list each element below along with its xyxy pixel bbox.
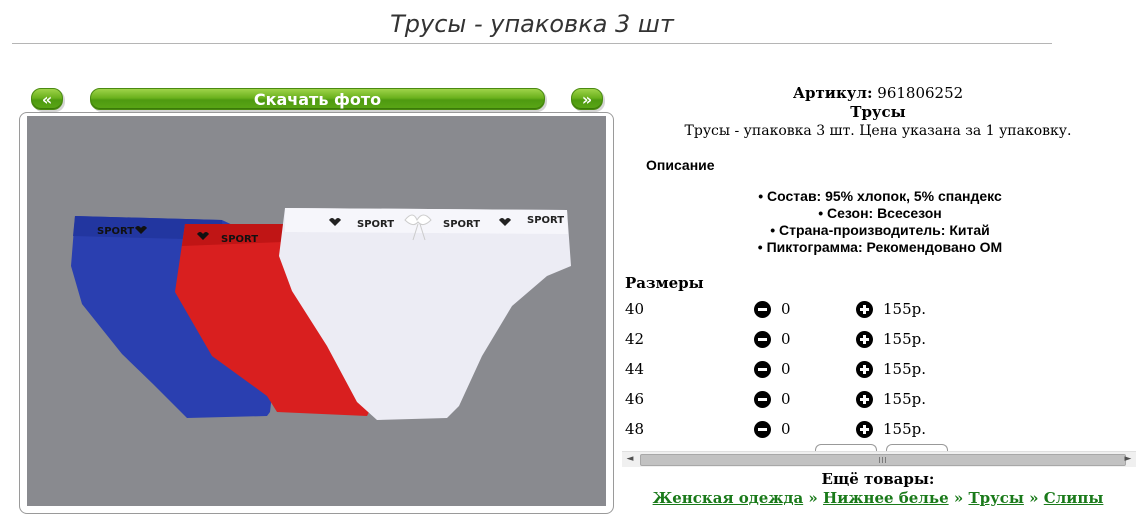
horizontal-scrollbar[interactable]: ◄ ► xyxy=(622,451,1136,467)
sku-value: 961806252 xyxy=(877,84,964,102)
grip-icon xyxy=(879,457,887,463)
description-item: • Сезон: Всесезон xyxy=(818,205,942,221)
breadcrumb-separator: » xyxy=(1029,489,1039,507)
quantity-value: 0 xyxy=(781,360,791,378)
scroll-left-icon[interactable]: ◄ xyxy=(622,452,638,467)
increase-quantity-icon[interactable] xyxy=(856,421,873,438)
increase-quantity-icon[interactable] xyxy=(856,301,873,318)
size-price: 155р. xyxy=(883,330,927,348)
description-item: • Страна-производитель: Китай xyxy=(770,222,990,238)
size-price: 155р. xyxy=(883,420,927,438)
scrollbar-thumb[interactable] xyxy=(640,454,1126,466)
decrease-quantity-icon[interactable] xyxy=(754,331,771,348)
breadcrumb: Женская одежда » Нижнее белье » Трусы » … xyxy=(620,489,1136,507)
size-row: 48 0 155р. xyxy=(625,420,927,440)
size-price: 155р. xyxy=(883,360,927,378)
size-label: 40 xyxy=(625,300,645,318)
product-sku: Артикул: 961806252 xyxy=(620,84,1136,103)
quantity-value: 0 xyxy=(781,390,791,408)
breadcrumb-separator: » xyxy=(808,489,818,507)
sku-label: Артикул: xyxy=(792,84,873,102)
size-label: 42 xyxy=(625,330,645,348)
increase-quantity-icon[interactable] xyxy=(856,391,873,408)
breadcrumb-link[interactable]: Трусы xyxy=(968,489,1023,507)
description-item: • Пиктограмма: Рекомендовано ОМ xyxy=(757,239,1003,255)
white-band-text-3: SPORT xyxy=(527,215,564,226)
next-photo-button[interactable]: » xyxy=(571,88,603,110)
breadcrumb-link[interactable]: Нижнее белье xyxy=(823,489,949,507)
breadcrumb-link[interactable]: Женская одежда xyxy=(653,489,804,507)
description-heading: Описание xyxy=(646,157,715,173)
quantity-value: 0 xyxy=(781,330,791,348)
increase-quantity-icon[interactable] xyxy=(856,331,873,348)
red-band-text: SPORT xyxy=(221,234,258,245)
white-band-text-1: SPORT xyxy=(357,219,394,230)
increase-quantity-icon[interactable] xyxy=(856,361,873,378)
size-label: 44 xyxy=(625,360,645,378)
scroll-right-icon[interactable]: ► xyxy=(1120,452,1136,467)
product-photo[interactable]: SPORT SPORT SPORT SPORT SPORT xyxy=(27,116,606,506)
product-name: Трусы xyxy=(850,103,906,121)
decrease-quantity-icon[interactable] xyxy=(754,391,771,408)
breadcrumb-separator: » xyxy=(953,489,964,507)
decrease-quantity-icon[interactable] xyxy=(754,301,771,318)
quantity-value: 0 xyxy=(781,300,791,318)
decrease-quantity-icon[interactable] xyxy=(754,421,771,438)
page-title: Трусы - упаковка 3 шт xyxy=(390,10,674,38)
more-products-heading: Ещё товары: xyxy=(821,470,935,488)
download-photo-button[interactable]: Скачать фото xyxy=(90,88,545,110)
prev-photo-button[interactable]: « xyxy=(31,88,63,110)
size-row: 46 0 155р. xyxy=(625,390,927,410)
decrease-quantity-icon[interactable] xyxy=(754,361,771,378)
title-divider xyxy=(12,43,1052,44)
breadcrumb-link[interactable]: Слипы xyxy=(1044,489,1104,507)
size-label: 48 xyxy=(625,420,645,438)
size-row: 44 0 155р. xyxy=(625,360,927,380)
size-price: 155р. xyxy=(883,390,927,408)
description-item: • Состав: 95% хлопок, 5% спандекс xyxy=(758,188,1002,204)
sizes-heading: Размеры xyxy=(625,274,704,292)
description-list: • Состав: 95% хлопок, 5% спандекс • Сезо… xyxy=(600,188,1136,256)
product-summary: Трусы - упаковка 3 шт. Цена указана за 1… xyxy=(684,123,1072,139)
size-row: 42 0 155р. xyxy=(625,330,927,350)
size-label: 46 xyxy=(625,390,645,408)
quantity-value: 0 xyxy=(781,420,791,438)
size-row: 40 0 155р. xyxy=(625,300,927,320)
white-band-text-2: SPORT xyxy=(443,219,480,230)
size-price: 155р. xyxy=(883,300,927,318)
blue-band-text: SPORT xyxy=(97,226,134,237)
